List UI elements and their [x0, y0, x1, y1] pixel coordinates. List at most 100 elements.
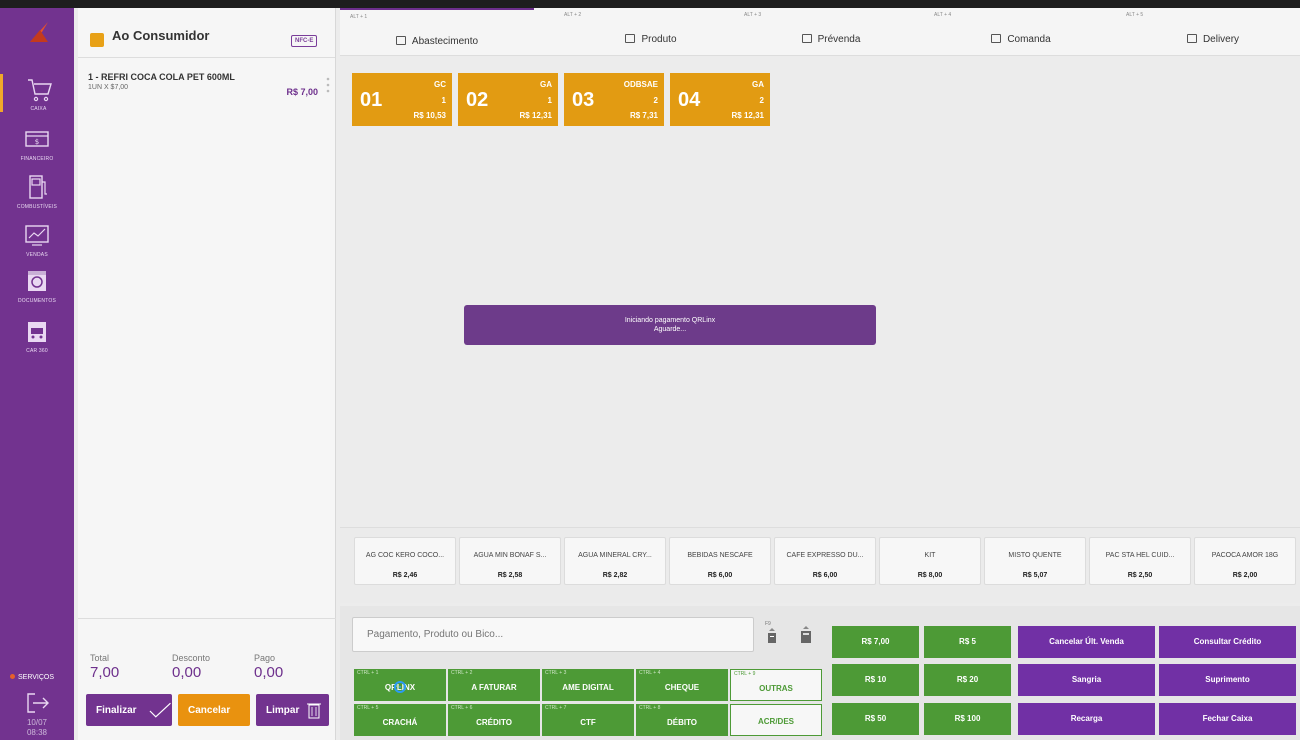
sidebar-item-vendas[interactable]: VENDAS	[0, 220, 74, 258]
payment-afaturar-button[interactable]: CTRL + 2 A FATURAR	[448, 669, 540, 701]
payment-label: CHEQUE	[664, 683, 700, 692]
product-name: AG COC KERO COCO...	[365, 552, 445, 559]
payment-label: CRACHÁ	[382, 718, 418, 727]
product-tile[interactable]: PACOCA AMOR 18G R$ 2,00	[1194, 537, 1296, 585]
check-icon	[149, 702, 171, 718]
sidebar-item-label: FINANCEIRO	[20, 156, 54, 162]
tab-comanda[interactable]: ALT + 4 Comanda	[924, 8, 1118, 56]
services-link[interactable]: SERVIÇOS	[10, 674, 54, 681]
product-tile[interactable]: BEBIDAS NESCAFE R$ 6,00	[669, 537, 771, 585]
tab-prevenda[interactable]: ALT + 3 Prévenda	[734, 8, 928, 56]
discount-block: Desconto 0,00	[172, 653, 210, 681]
person-icon	[991, 34, 1002, 43]
sidebar-item-caixa[interactable]: CAIXA	[0, 74, 74, 112]
sangria-button[interactable]: Sangria	[1018, 664, 1155, 696]
pump-fuel: GA	[540, 80, 552, 89]
product-tile[interactable]: KIT R$ 8,00	[879, 537, 981, 585]
mouse-cursor-icon	[394, 681, 406, 693]
tab-delivery[interactable]: ALT + 5 Delivery	[1116, 8, 1300, 56]
sidebar-item-car360[interactable]: CAR 360	[0, 316, 74, 354]
cancel-last-sale-button[interactable]: Cancelar Últ. Venda	[1018, 626, 1155, 658]
sidebar-date: 10/07	[26, 718, 48, 727]
fuel-pump-icon	[29, 175, 47, 199]
calculator-icon[interactable]	[799, 626, 813, 644]
sidebar-item-combustiveis[interactable]: COMBUSTÍVEIS	[0, 172, 74, 210]
pump-qty: 1	[547, 96, 552, 105]
tab-produto[interactable]: ALT + 2 Produto	[554, 8, 748, 56]
nfce-badge[interactable]: NFC-E	[291, 35, 318, 47]
search-input[interactable]	[353, 618, 713, 651]
quick-amount-button[interactable]: R$ 7,00	[832, 626, 919, 658]
product-name: AGUA MINERAL CRY...	[578, 552, 652, 559]
chart-icon	[25, 225, 49, 246]
receipt-icon[interactable]	[765, 626, 779, 644]
finalize-button[interactable]: Finalizar	[86, 694, 172, 726]
quick-amount-button[interactable]: R$ 10	[832, 664, 919, 696]
cart-item[interactable]: 1 - REFRI COCA COLA PET 600ML 1UN X $7,0…	[88, 72, 330, 97]
product-tile[interactable]: AGUA MIN BONAF S... R$ 2,58	[459, 537, 561, 585]
sidebar: CAIXA $ FINANCEIRO COMBUSTÍVEIS VENDAS D…	[0, 8, 74, 740]
payment-cracha-button[interactable]: CTRL + 5 CRACHÁ	[354, 704, 446, 736]
recharge-button[interactable]: Recarga	[1018, 703, 1155, 735]
check-credit-button[interactable]: Consultar Crédito	[1159, 626, 1296, 658]
product-name: PAC STA HEL CUID...	[1105, 552, 1175, 559]
pump-qty: 2	[759, 96, 764, 105]
product-shortcuts: AG COC KERO COCO... R$ 2,46 AGUA MIN BONA…	[340, 527, 1300, 603]
logout-icon[interactable]	[26, 692, 50, 714]
quick-amount-button[interactable]: R$ 5	[924, 626, 1011, 658]
paid-label: Pago	[254, 653, 276, 663]
clear-button[interactable]: Limpar	[256, 694, 329, 726]
pump-tile[interactable]: 01 GC 1 R$ 10,53	[352, 73, 452, 126]
pump-number: 02	[466, 89, 489, 111]
quick-amount-button[interactable]: R$ 100	[924, 703, 1011, 735]
pump-tile[interactable]: 03 ODBSAE 2 R$ 7,31	[564, 73, 664, 126]
pump-tile[interactable]: 04 GA 2 R$ 12,31	[670, 73, 770, 126]
customer-header[interactable]: Ao Consumidor NFC-E	[78, 8, 335, 58]
trash-icon	[307, 703, 322, 719]
suprimento-button[interactable]: Suprimento	[1159, 664, 1296, 696]
sidebar-item-financeiro[interactable]: $ FINANCEIRO	[0, 124, 74, 162]
tab-label: Prévenda	[817, 34, 861, 45]
pump-qty: 1	[441, 96, 446, 105]
payment-label: ACR/DES	[757, 717, 794, 726]
payment-label: CTF	[580, 718, 596, 727]
shortcut-label: CTRL + 8	[639, 705, 661, 711]
payment-acrdes-button[interactable]: ACR/DES	[730, 704, 822, 736]
pump-tile[interactable]: 02 GA 1 R$ 12,31	[458, 73, 558, 126]
product-tile[interactable]: CAFE EXPRESSO DU... R$ 6,00	[774, 537, 876, 585]
product-name: MISTO QUENTE	[1008, 552, 1062, 559]
close-cashier-button[interactable]: Fechar Caixa	[1159, 703, 1296, 735]
payment-credito-button[interactable]: CTRL + 6 CRÉDITO	[448, 704, 540, 736]
quick-amount-button[interactable]: R$ 20	[924, 664, 1011, 696]
product-name: BEBIDAS NESCAFE	[687, 552, 753, 559]
quick-amount-button[interactable]: R$ 50	[832, 703, 919, 735]
money-icon: $	[25, 131, 49, 147]
product-tile[interactable]: AGUA MINERAL CRY... R$ 2,82	[564, 537, 666, 585]
payment-cheque-button[interactable]: CTRL + 4 CHEQUE	[636, 669, 728, 701]
pump-amount: R$ 12,31	[519, 111, 552, 120]
product-tile[interactable]: AG COC KERO COCO... R$ 2,46	[354, 537, 456, 585]
payment-outras-button[interactable]: CTRL + 9 OUTRAS	[730, 669, 822, 701]
pump-amount: R$ 12,31	[731, 111, 764, 120]
product-tile[interactable]: PAC STA HEL CUID... R$ 2,50	[1089, 537, 1191, 585]
payment-ctf-button[interactable]: CTRL + 7 CTF	[542, 704, 634, 736]
delivery-icon	[1186, 34, 1197, 43]
paid-block: Pago 0,00	[254, 653, 283, 681]
tab-bar: ALT + 1 Abastecimento ALT + 2 Produto AL…	[340, 8, 1300, 56]
payment-toast: Iniciando pagamento QRLinx Aguarde...	[464, 305, 876, 345]
product-price: R$ 8,00	[917, 572, 943, 579]
cancel-button[interactable]: Cancelar	[178, 694, 250, 726]
product-tile[interactable]: MISTO QUENTE R$ 5,07	[984, 537, 1086, 585]
product-price: R$ 2,00	[1232, 572, 1258, 579]
tab-shortcut: ALT + 4	[934, 12, 952, 18]
sidebar-item-documentos[interactable]: DOCUMENTOS	[0, 266, 74, 304]
tab-abastecimento[interactable]: ALT + 1 Abastecimento	[340, 8, 534, 56]
tab-label: Delivery	[1202, 34, 1240, 45]
payment-ame-button[interactable]: CTRL + 3 AME DIGITAL	[542, 669, 634, 701]
more-options-icon[interactable]	[326, 76, 330, 94]
payment-debito-button[interactable]: CTRL + 8 DÉBITO	[636, 704, 728, 736]
tab-shortcut: ALT + 5	[1126, 12, 1144, 18]
svg-text:$: $	[35, 138, 39, 146]
main-area: ALT + 1 Abastecimento ALT + 2 Produto AL…	[340, 8, 1300, 740]
search-box: F9	[352, 617, 811, 652]
